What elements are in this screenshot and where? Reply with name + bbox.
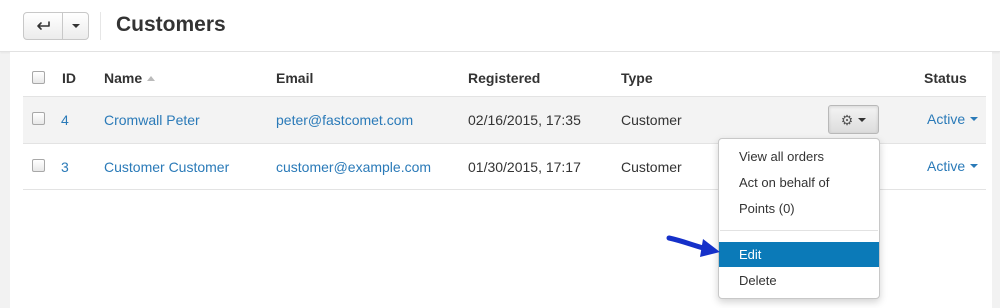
back-button-group[interactable]	[23, 12, 89, 40]
back-button[interactable]	[24, 13, 63, 39]
column-header-name[interactable]: Name	[104, 70, 156, 86]
status-dropdown[interactable]: Active	[927, 111, 979, 127]
row-checkbox[interactable]	[32, 159, 45, 172]
chevron-down-icon	[71, 24, 80, 28]
row-email-link[interactable]: customer@example.com	[276, 159, 431, 175]
status-dropdown[interactable]: Active	[927, 158, 979, 174]
row-checkbox[interactable]	[32, 112, 45, 125]
chevron-down-icon	[970, 164, 979, 168]
status-label: Active	[927, 158, 966, 174]
row-name-link[interactable]: Customer Customer	[104, 159, 229, 175]
menu-item-view-all-orders[interactable]: View all orders	[719, 144, 879, 169]
gear-icon: ⚙	[840, 111, 854, 128]
menu-divider	[720, 230, 878, 231]
row-registered: 02/16/2015, 17:35	[468, 112, 581, 128]
pointer-arrow-icon	[666, 235, 720, 257]
row-id-link[interactable]: 3	[61, 159, 69, 175]
page-header: Customers	[0, 0, 1000, 52]
menu-item-act-on-behalf[interactable]: Act on behalf of	[719, 170, 879, 195]
menu-item-edit[interactable]: Edit	[719, 242, 879, 267]
column-header-name-label: Name	[104, 70, 143, 86]
row-id-link[interactable]: 4	[61, 112, 69, 128]
column-header-registered[interactable]: Registered	[468, 70, 540, 86]
column-header-type[interactable]: Type	[621, 70, 653, 86]
menu-item-points[interactable]: Points (0)	[719, 196, 879, 221]
column-header-id[interactable]: ID	[62, 70, 76, 86]
row-registered: 01/30/2015, 17:17	[468, 159, 581, 175]
select-all-checkbox[interactable]	[32, 71, 45, 84]
chevron-down-icon	[858, 117, 867, 122]
sort-ascending-icon	[147, 76, 156, 81]
row-email-link[interactable]: peter@fastcomet.com	[276, 112, 413, 128]
chevron-down-icon	[970, 117, 979, 121]
back-menu-toggle[interactable]	[63, 13, 88, 39]
page-title: Customers	[116, 13, 226, 36]
status-label: Active	[927, 111, 966, 127]
row-type: Customer	[621, 112, 682, 128]
column-header-status[interactable]: Status	[924, 70, 967, 86]
actions-dropdown-menu: View all orders Act on behalf of Points …	[718, 138, 880, 299]
menu-item-delete[interactable]: Delete	[719, 268, 879, 293]
back-arrow-icon	[37, 21, 50, 30]
row-name-link[interactable]: Cromwall Peter	[104, 112, 200, 128]
header-divider	[100, 12, 101, 40]
row-actions-button[interactable]: ⚙	[828, 105, 879, 134]
column-header-email[interactable]: Email	[276, 70, 313, 86]
row-type: Customer	[621, 159, 682, 175]
